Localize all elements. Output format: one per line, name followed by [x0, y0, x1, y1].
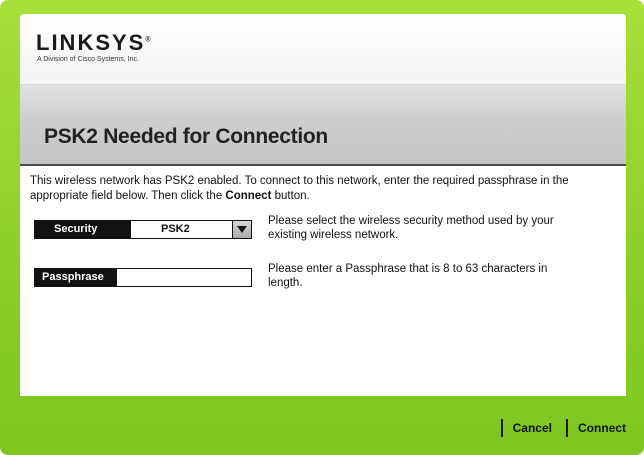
divider	[566, 419, 568, 437]
passphrase-help-text: Please enter a Passphrase that is 8 to 6…	[268, 263, 548, 289]
chevron-down-icon	[237, 226, 247, 233]
logo-area: LINKSYS® A Division of Cisco Systems, In…	[20, 14, 626, 84]
divider	[500, 419, 503, 437]
security-help-text: Please select the wireless security meth…	[268, 215, 554, 241]
security-label: Security	[34, 220, 130, 239]
title-band: PSK2 Needed for Connection	[20, 84, 626, 166]
window-frame: LINKSYS® A Division of Cisco Systems, In…	[0, 0, 644, 455]
logo-tagline: A Division of Cisco Systems, Inc.	[37, 56, 139, 63]
intro-text-bold: Connect	[225, 190, 272, 202]
security-dropdown-button[interactable]	[232, 220, 252, 239]
passphrase-input[interactable]	[116, 268, 252, 287]
cancel-button[interactable]: Cancel	[513, 421, 552, 435]
linksys-logo: LINKSYS®	[36, 30, 151, 56]
content-panel: LINKSYS® A Division of Cisco Systems, In…	[20, 14, 626, 396]
connect-button[interactable]: Connect	[578, 421, 626, 435]
security-selected-value: PSK2	[161, 223, 190, 235]
intro-text-part2: button.	[271, 190, 310, 202]
passphrase-label: Passphrase	[34, 268, 116, 287]
security-select[interactable]: PSK2	[130, 220, 248, 239]
logo-text: LINKSYS	[36, 30, 146, 55]
logo-registered-mark: ®	[145, 36, 151, 44]
page-title: PSK2 Needed for Connection	[44, 125, 328, 148]
footer-button-bar: Cancel Connect	[500, 418, 626, 438]
intro-text: This wireless network has PSK2 enabled. …	[30, 174, 620, 204]
